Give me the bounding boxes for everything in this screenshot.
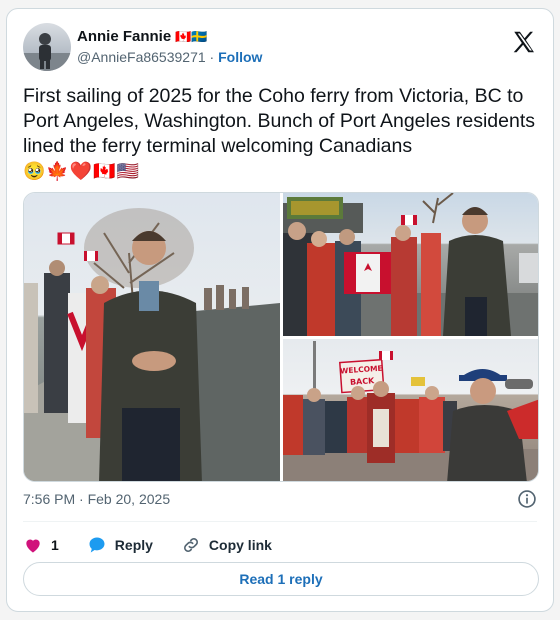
divider [23, 521, 537, 522]
author-handle[interactable]: @AnnieFa86539271 [77, 49, 206, 65]
post-time: 7:56 PM [23, 491, 76, 507]
like-button[interactable]: 1 [23, 535, 59, 555]
post-date: Feb 20, 2025 [87, 491, 171, 507]
reply-label: Reply [114, 537, 153, 553]
info-icon[interactable] [517, 489, 537, 509]
copy-link-button[interactable]: Copy link [181, 535, 272, 555]
x-logo-icon[interactable] [511, 29, 537, 55]
author-flags: 🇨🇦🇸🇪 [175, 28, 208, 44]
heart-icon [26, 539, 40, 553]
photo-welcome-back-crowd[interactable]: WELCOME BACK [283, 339, 538, 481]
author-name-row[interactable]: Annie Fannie 🇨🇦🇸🇪 [77, 28, 208, 45]
svg-text:BACK: BACK [350, 376, 376, 387]
speech-bubble-icon [89, 537, 105, 553]
author-name[interactable]: Annie Fannie [77, 28, 171, 45]
handle-separator: · [209, 49, 215, 65]
copy-link-label: Copy link [208, 537, 272, 553]
meta-separator: · [79, 491, 84, 507]
photo-crowd-flag-sign[interactable] [283, 193, 538, 336]
action-bar: 1 Reply Copy link [23, 531, 272, 559]
post-header: Annie Fannie 🇨🇦🇸🇪 @AnnieFa86539271 · Fol… [23, 23, 537, 71]
read-replies-button[interactable]: Read 1 reply [23, 562, 539, 596]
post-timestamp[interactable]: 7:56 PM · Feb 20, 2025 [23, 491, 170, 507]
reply-button[interactable]: Reply [87, 535, 153, 555]
embedded-post-card: Annie Fannie 🇨🇦🇸🇪 @AnnieFa86539271 · Fol… [6, 8, 554, 612]
follow-button[interactable]: Follow [218, 49, 262, 65]
post-emojis: 🥹🍁❤️🇨🇦🇺🇸 [23, 161, 141, 181]
like-count: 1 [51, 537, 59, 553]
read-replies-label: Read 1 reply [239, 571, 323, 587]
media-grid[interactable]: WELCOME BACK [23, 192, 539, 482]
avatar[interactable] [23, 23, 71, 71]
post-body: First sailing of 2025 for the Coho ferry… [23, 85, 535, 157]
photo-reporter-curb[interactable] [24, 193, 280, 481]
author-handle-row: @AnnieFa86539271 · Follow [77, 49, 262, 65]
post-text: First sailing of 2025 for the Coho ferry… [23, 84, 543, 184]
link-icon [183, 538, 198, 552]
